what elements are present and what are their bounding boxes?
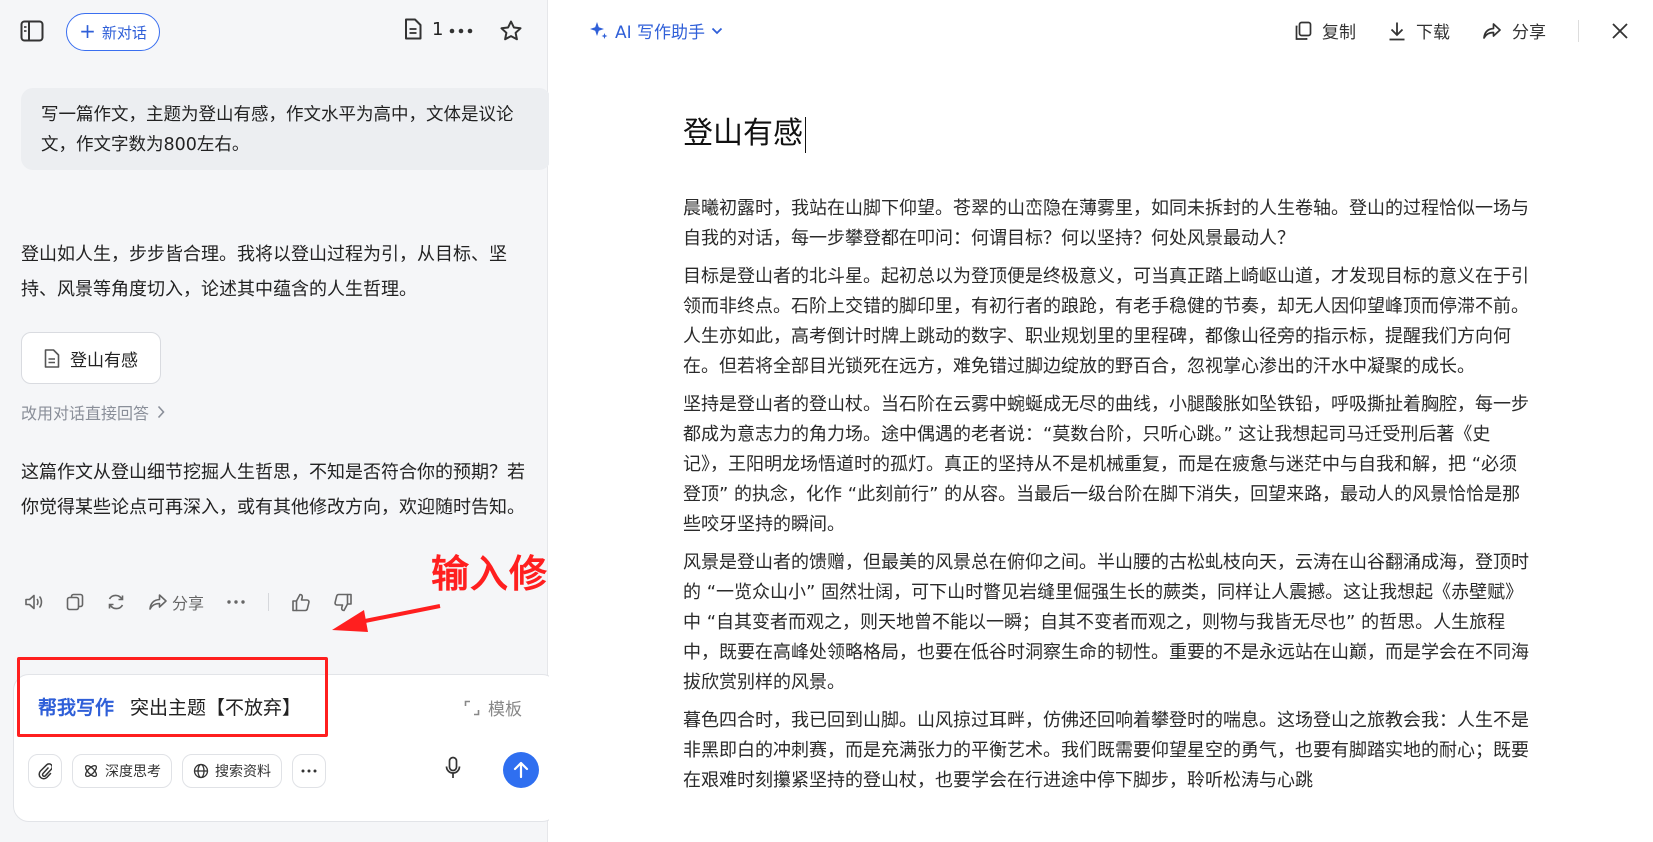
user-message: 写一篇作文，主题为登山有感，作文水平为高中，文体是议论文，作文字数为800左右。: [21, 88, 551, 170]
download-button[interactable]: 下载: [1388, 18, 1450, 43]
switch-to-chat-label: 改用对话直接回答: [21, 404, 150, 423]
assistant-reply-followup: 这篇作文从登山细节挖掘人生哲思，不知是否符合你的预期？若你觉得某些论点可再深入，…: [21, 462, 525, 518]
toolbar-divider: [1578, 19, 1579, 42]
more-icon: [301, 769, 317, 773]
more-actions-icon[interactable]: [226, 599, 246, 605]
share-icon: [149, 594, 167, 610]
template-label: 模板: [488, 700, 522, 720]
paperclip-icon: [38, 763, 52, 780]
paragraph: 目标是登山者的北斗星。起初总以为登顶便是终极意义，可当真正踏上崎岖山道，才发现目…: [683, 266, 1529, 377]
download-label: 下载: [1416, 23, 1450, 43]
chat-panel: + 新对话 1 写一篇作文，主题为登山有感，作文水平为高中，文体是议论文，作文字…: [0, 0, 558, 842]
paragraph: 暮色四合时，我已回到山脚。山风掠过耳畔，仿佛还回响着攀登时的喘息。这场登山之旅教…: [683, 710, 1529, 791]
paragraph: 风景是登山者的馈赠，但最美的风景总在俯仰之间。半山腰的古松虬枝向天，云涛在山谷翻…: [683, 552, 1529, 693]
document-icon: [44, 348, 60, 368]
regenerate-icon[interactable]: [106, 593, 126, 611]
share-label: 分享: [1512, 23, 1546, 43]
new-chat-button[interactable]: + 新对话: [66, 13, 160, 51]
star-icon[interactable]: [498, 18, 524, 44]
text-cursor: [805, 116, 806, 153]
sidebar-toggle-icon[interactable]: [20, 19, 44, 43]
document-title[interactable]: 登山有感: [683, 108, 806, 153]
microphone-icon[interactable]: [445, 756, 461, 784]
copy-icon[interactable]: [66, 593, 84, 611]
document-title-text: 登山有感: [683, 116, 803, 151]
close-icon[interactable]: [1611, 22, 1629, 40]
document-icon: [405, 18, 422, 40]
sparkle-icon: [590, 21, 608, 39]
search-label: 搜索资料: [215, 764, 271, 780]
atom-icon: [84, 764, 98, 778]
ai-assistant-dropdown[interactable]: AI 写作助手: [589, 18, 723, 43]
message-actions: 分享: [24, 588, 375, 616]
ai-assistant-title: AI 写作助手: [615, 23, 706, 43]
annotation-arrow: [332, 604, 441, 632]
share-label: 分享: [172, 594, 205, 613]
thumbs-up-icon[interactable]: [291, 593, 311, 612]
document-body[interactable]: 晨曦初露时，我站在山脚下仰望。苍翠的山峦隐在薄雾里，如同未拆封的人生卷轴。登山的…: [683, 194, 1533, 804]
deep-think-label: 深度思考: [105, 764, 161, 780]
composer-tools: 深度思考 搜索资料: [28, 753, 326, 789]
share-button[interactable]: 分享: [148, 590, 204, 614]
copy-button[interactable]: 复制: [1294, 18, 1356, 43]
copy-label: 复制: [1322, 23, 1356, 43]
plus-icon: +: [79, 19, 96, 43]
template-button[interactable]: 模板: [464, 695, 522, 720]
document-chip[interactable]: 登山有感: [21, 332, 161, 384]
download-icon: [1389, 22, 1405, 40]
switch-to-chat-link[interactable]: 改用对话直接回答: [21, 400, 165, 424]
globe-icon: [193, 763, 209, 779]
chevron-down-icon: [711, 27, 723, 34]
attach-button[interactable]: [28, 754, 62, 788]
chat-topbar: + 新对话 1: [0, 0, 548, 64]
deep-think-button[interactable]: 深度思考: [72, 754, 172, 788]
paragraph: 晨曦初露时，我站在山脚下仰望。苍翠的山峦隐在薄雾里，如同未拆封的人生卷轴。登山的…: [683, 198, 1529, 249]
editor-panel: AI 写作助手 复制 下载 分享 登山有感 晨曦初露时，我站在山脚下仰望。苍翠的…: [549, 0, 1653, 842]
send-button[interactable]: [503, 752, 539, 788]
document-count-button[interactable]: 1: [404, 18, 443, 40]
search-button[interactable]: 搜索资料: [182, 754, 282, 788]
paragraph: 坚持是登山者的登山杖。当石阶在云雾中蜿蜒成无尽的曲线，小腿酸胀如坠铁铅，呼吸撕扯…: [683, 394, 1529, 535]
actions-divider: [268, 593, 270, 611]
new-chat-label: 新对话: [101, 23, 147, 42]
document-chip-label: 登山有感: [70, 350, 138, 371]
document-count: 1: [432, 18, 444, 40]
speaker-icon[interactable]: [24, 593, 44, 611]
expand-icon: [464, 700, 480, 715]
more-icon[interactable]: [448, 20, 474, 42]
annotation-highlight-box: [17, 657, 328, 737]
arrow-up-icon: [513, 761, 529, 779]
editor-toolbar: 复制 下载 分享: [1262, 18, 1629, 43]
share-button[interactable]: 分享: [1482, 18, 1546, 43]
assistant-reply-intro: 登山如人生，步步皆合理。我将以登山过程为引，从目标、坚持、风景等角度切入，论述其…: [21, 244, 507, 300]
share-icon: [1483, 22, 1501, 39]
copy-icon: [1295, 21, 1312, 40]
chevron-right-icon: [157, 405, 165, 419]
more-tools-button[interactable]: [292, 754, 326, 788]
